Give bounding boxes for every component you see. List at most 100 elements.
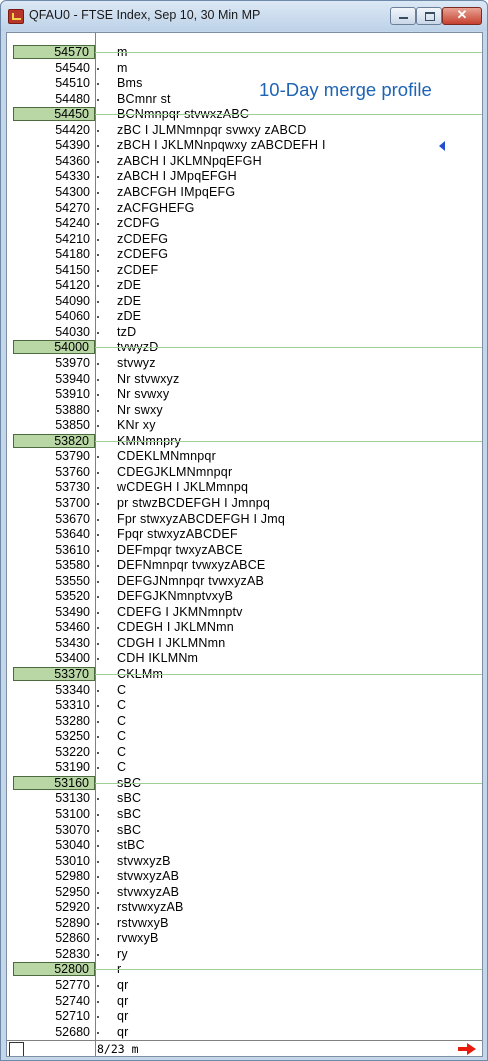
tpo-letters: Nr svwxy (117, 387, 170, 402)
tpo-letters: wCDEGH I JKLMmnpq (117, 480, 249, 495)
price-label: 53970 (55, 356, 90, 370)
price-label: 53130 (55, 791, 90, 806)
chart-window: QFAU0 - FTSE Index, Sep 10, 30 Min MP ✕ … (0, 0, 488, 1061)
profile-note: 10-Day merge profile (259, 79, 432, 100)
row-dot (97, 922, 99, 925)
tpo-letters: ry (117, 946, 128, 961)
row-dot (97, 518, 99, 521)
row-dot (97, 705, 99, 708)
row-dot (97, 145, 99, 148)
row-dot (97, 83, 99, 86)
tpo-letters: DEFNmnpqr tvwxyzABCE (117, 558, 266, 573)
tpo-letters: rvwxyB (117, 931, 159, 946)
row-dot (97, 98, 99, 101)
price-label: 53580 (55, 558, 90, 573)
row-dot (97, 1016, 99, 1019)
tpo-letters: zBC I JLMNmnpqr svwxy zABCD (117, 122, 307, 137)
row-dot (97, 736, 99, 739)
row-dot (97, 611, 99, 614)
row-dot (97, 596, 99, 599)
tpo-letters: pr stwzBCDEFGH I Jmnpq (117, 495, 271, 510)
price-label: 54390 (55, 138, 90, 153)
price-label: 53550 (55, 573, 90, 588)
price-label: 53700 (55, 495, 90, 510)
row-dot (97, 129, 99, 132)
price-label: 52770 (55, 978, 90, 992)
row-dot (97, 580, 99, 583)
price-label: 54300 (55, 184, 90, 199)
row-dot (97, 720, 99, 723)
row-dot (97, 829, 99, 832)
price-label: 53940 (55, 371, 90, 386)
tpo-letters: stvwxyzAB (117, 884, 180, 899)
price-label: 53010 (55, 853, 90, 868)
tpo-letters: CDGH I JKLMNmn (117, 635, 226, 650)
minimize-button[interactable] (390, 7, 416, 25)
tpo-letters: C (117, 713, 127, 728)
tpo-letters: KNr xy (117, 418, 156, 433)
tpo-letters: Bms (117, 76, 143, 91)
status-bar: 8/23 m (7, 1040, 482, 1056)
price-label: 52830 (55, 946, 90, 961)
row-dot (97, 394, 99, 397)
row-dot (97, 223, 99, 226)
price-label: 54030 (55, 324, 90, 339)
row-dot (97, 378, 99, 381)
tpo-letters: zDE (117, 293, 142, 308)
row-dot (97, 502, 99, 505)
market-profile-pane[interactable]: 54570 54540 54510 54480 54450 54420 54390 54360… (6, 32, 483, 1057)
tpo-letters: C (117, 760, 127, 775)
row-dot (97, 191, 99, 194)
row-dot (97, 549, 99, 552)
tpo-letters: sBC (117, 806, 142, 821)
row-dot (97, 845, 99, 848)
title-bar[interactable]: QFAU0 - FTSE Index, Sep 10, 30 Min MP ✕ (1, 1, 487, 31)
price-label: 53430 (55, 635, 90, 650)
tpo-letters: Fpqr stwxyzABCDEF (117, 527, 238, 542)
tpo-letters: C (117, 744, 127, 759)
tpo-letters: zDE (117, 278, 142, 293)
price-label: 54210 (55, 231, 90, 246)
price-label: 54180 (55, 247, 90, 262)
price-label: 53670 (55, 511, 90, 526)
price-label: 54510 (55, 76, 90, 91)
tpo-letters: BCmnr st (117, 91, 171, 106)
price-label: 53220 (55, 744, 90, 759)
row-dot (97, 269, 99, 272)
price-label: 53520 (55, 589, 90, 604)
row-dot (97, 160, 99, 163)
row-dot (97, 891, 99, 894)
tpo-letters: CDEGH I JKLMNmn (117, 620, 234, 635)
tpo-letters: Nr stvwxyz (117, 371, 180, 386)
maximize-button[interactable] (416, 7, 442, 25)
reference-line (95, 674, 482, 675)
price-label: 53880 (55, 402, 90, 417)
tpo-letters: zCDEFG (117, 247, 169, 262)
close-icon: ✕ (456, 7, 468, 22)
price-label: 53340 (55, 682, 90, 697)
tpo-letters: stvwxyzB (117, 853, 171, 868)
reference-line (95, 440, 482, 442)
tpo-letters: stvwyz (117, 356, 156, 370)
price-label: 53400 (55, 651, 90, 666)
price-label: 53820 (13, 433, 95, 448)
tpo-letters: zBCH I JKLMNnpqwxy zABCDEFH I (117, 138, 326, 153)
status-checkbox[interactable] (9, 1042, 24, 1056)
row-dot (97, 953, 99, 956)
price-label: 54090 (55, 293, 90, 308)
close-button[interactable]: ✕ (442, 7, 482, 25)
tpo-letters: CDEGJKLMNmnpqr (117, 464, 233, 479)
tpo-letters: tzD (117, 324, 137, 339)
tpo-letters: qr (117, 1009, 129, 1024)
app-icon[interactable] (8, 9, 24, 24)
reference-line (95, 114, 482, 116)
tpo-letters: zCDEFG (117, 231, 169, 246)
row-dot (97, 363, 99, 365)
price-label: 54360 (55, 153, 90, 168)
price-label: 53460 (55, 620, 90, 635)
price-label: 53190 (55, 760, 90, 775)
row-dot (97, 1031, 99, 1034)
price-label: 54540 (55, 60, 90, 75)
right-arrow-icon[interactable] (457, 1042, 477, 1056)
price-label: 52710 (55, 1009, 90, 1024)
